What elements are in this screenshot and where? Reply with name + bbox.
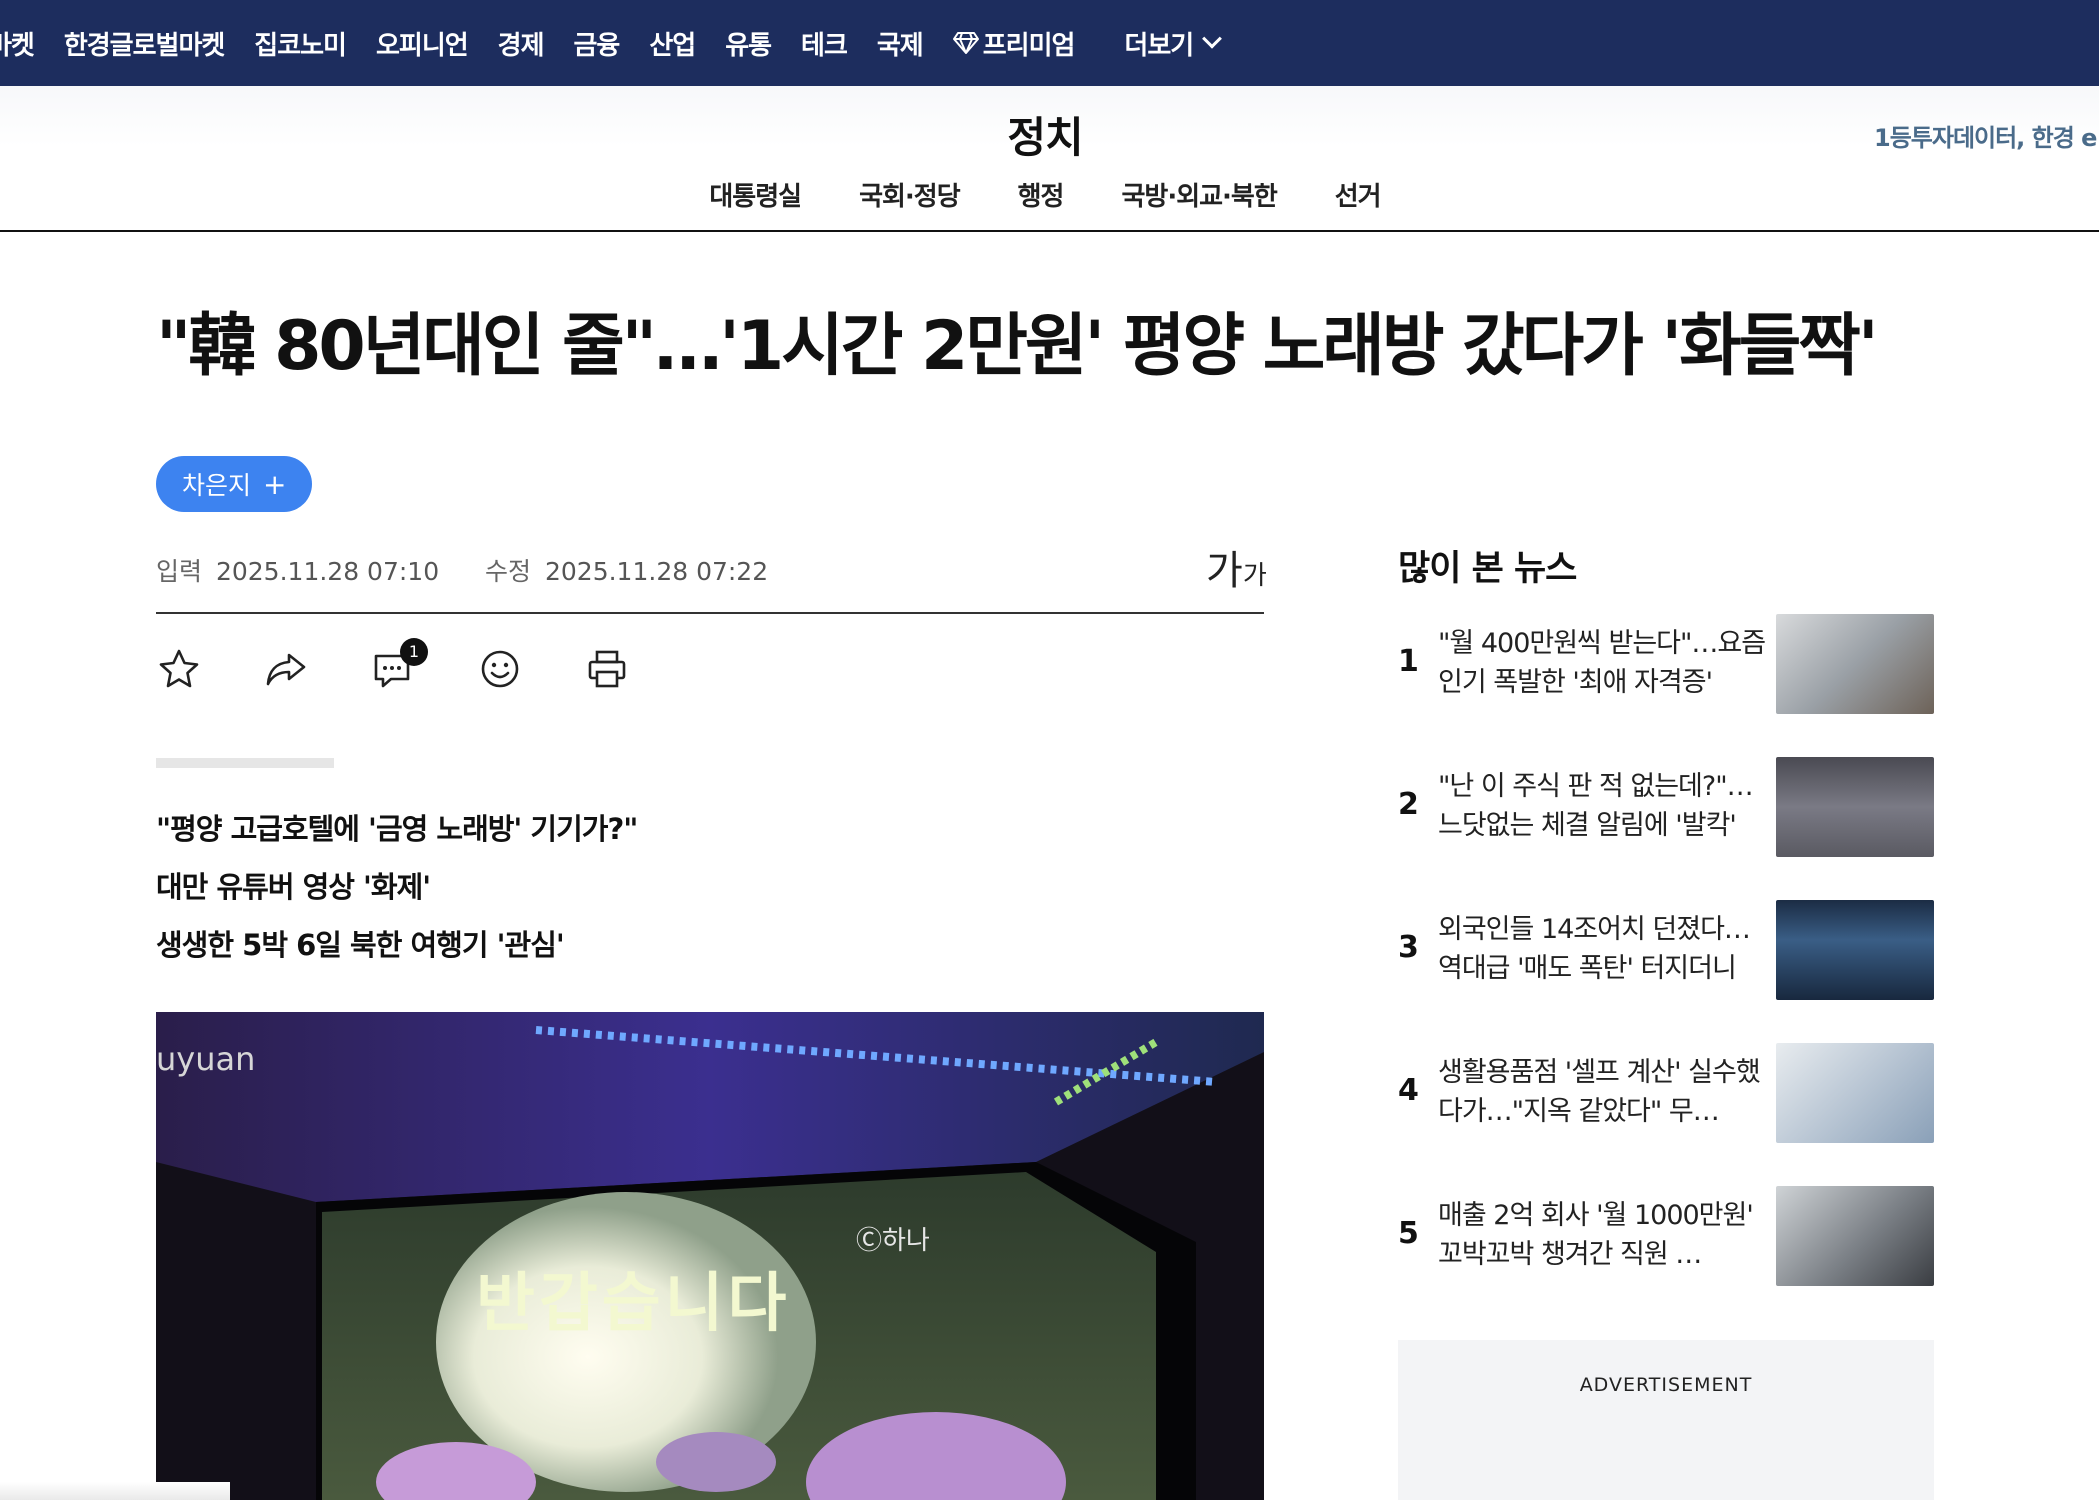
author-follow-button[interactable]: 차은지 + (156, 456, 313, 512)
page-bottom-shadow (0, 1482, 230, 1500)
nav-item-economy[interactable]: 경제 (498, 25, 545, 62)
news-title: 매출 2억 회사 '월 1000만원' 꼬박꼬박 챙겨간 직원 … (1438, 1200, 1754, 1270)
list-item[interactable]: 1 "월 400만원씩 받는다"…요즘 인기 폭발한 '최애 자격증' (1398, 614, 1934, 757)
print-button[interactable] (584, 646, 630, 692)
edit-date-label: 수정 (485, 557, 532, 586)
nav-item-industry[interactable]: 산업 (649, 25, 696, 62)
news-title: 생활용품점 '셀프 계산' 실수했다가…"지옥 같았다" 무… (1438, 1057, 1761, 1127)
comment-count-badge: 1 (400, 638, 428, 666)
image-caption-text: 반갑습니다 (476, 1267, 791, 1341)
reaction-button[interactable] (477, 646, 523, 692)
subnav-item-president-office[interactable]: 대통령실 (709, 176, 802, 213)
article-actions: 1 (156, 638, 691, 692)
summary-line: 생생한 5박 6일 북한 여행기 '관심' (156, 928, 565, 962)
promo-banner[interactable]: 1등투자데이터, 한경 e (1874, 118, 2097, 153)
article-headline: "韓 80년대인 줄"…'1시간 2만원' 평양 노래방 갔다가 '화들짝' (156, 307, 1879, 386)
input-date-label: 입력 (156, 557, 203, 586)
share-button[interactable] (263, 646, 309, 692)
section-subnav: 대통령실 국회·정당 행정 국방·외교·북한 선거 (0, 176, 2090, 213)
nav-item-international[interactable]: 국제 (877, 25, 924, 62)
news-rank: 4 (1398, 1073, 1419, 1108)
plus-icon: + (263, 467, 287, 501)
share-icon (266, 653, 306, 686)
list-item[interactable]: 2 "난 이 주식 판 적 없는데?"…느닷없는 체결 알림에 '발칵' (1398, 757, 1934, 900)
image-channel-logo: Ⓒ하나 (856, 1226, 930, 1256)
news-rank: 2 (1398, 787, 1419, 822)
news-thumbnail (1776, 614, 1934, 714)
nav-item-zipconomy[interactable]: 집코노미 (254, 25, 347, 62)
bookmark-button[interactable] (156, 646, 202, 692)
image-watermark: uyuan (156, 1040, 256, 1078)
summary-line: "평양 고급호텔에 '금영 노래방' 기기가?" (156, 812, 638, 846)
article-image[interactable]: uyuan Ⓒ하나 반갑습니다 (156, 1012, 1264, 1500)
input-date: 2025.11.28 07:10 (215, 557, 440, 586)
nav-item-premium-label: 프리미엄 (982, 30, 1076, 61)
news-thumbnail (1776, 757, 1934, 857)
article-summary: "평양 고급호텔에 '금영 노래방' 기기가?" 대만 유튜버 영상 '화제' … (156, 800, 638, 974)
edit-date: 2025.11.28 07:22 (544, 557, 769, 586)
subnav-item-national-assembly[interactable]: 국회·정당 (859, 176, 961, 213)
news-thumbnail (1776, 1043, 1934, 1143)
article-dates: 입력 2025.11.28 07:10 수정 2025.11.28 07:22 (156, 552, 768, 588)
star-icon (159, 649, 199, 688)
font-size-button[interactable]: 가가 (1206, 538, 1267, 596)
list-item[interactable]: 3 외국인들 14조어치 던졌다…역대급 '매도 폭탄' 터지더니 (1398, 900, 1934, 1043)
subnav-item-defense-diplomacy[interactable]: 국방·외교·북한 (1121, 176, 1277, 213)
print-icon (588, 650, 626, 688)
news-rank: 3 (1398, 930, 1419, 965)
top-nav: 마켓 한경글로벌마켓 집코노미 오피니언 경제 금융 산업 유통 테크 국제 프… (0, 0, 2099, 86)
nav-more-button[interactable]: 더보기 (1124, 25, 1223, 62)
news-title: "월 400만원씩 받는다"…요즘 인기 폭발한 '최애 자격증' (1438, 628, 1766, 698)
nav-item-finance[interactable]: 금융 (574, 25, 621, 62)
summary-accent-bar (156, 758, 334, 768)
nav-item-market[interactable]: 마켓 (0, 25, 35, 62)
nav-item-tech[interactable]: 테크 (801, 25, 848, 62)
news-thumbnail (1776, 1186, 1934, 1286)
list-item[interactable]: 4 생활용품점 '셀프 계산' 실수했다가…"지옥 같았다" 무… (1398, 1043, 1934, 1186)
nav-item-global-market[interactable]: 한경글로벌마켓 (64, 25, 225, 62)
list-item[interactable]: 5 매출 2억 회사 '월 1000만원' 꼬박꼬박 챙겨간 직원 … (1398, 1186, 1934, 1329)
most-viewed-title: 많이 본 뉴스 (1398, 549, 1577, 589)
smiley-icon (481, 650, 519, 688)
nav-more-label: 더보기 (1124, 30, 1194, 61)
author-name: 차은지 (182, 471, 252, 500)
section-title[interactable]: 정치 (0, 104, 2090, 165)
chevron-down-icon (1202, 28, 1223, 49)
news-thumbnail (1776, 900, 1934, 1000)
news-rank: 5 (1398, 1216, 1419, 1251)
comment-button[interactable]: 1 (370, 638, 428, 692)
news-rank: 1 (1398, 644, 1419, 679)
news-title: "난 이 주식 판 적 없는데?"…느닷없는 체결 알림에 '발칵' (1438, 771, 1754, 841)
nav-item-premium[interactable]: 프리미엄 (952, 25, 1076, 62)
header-divider (156, 612, 1264, 614)
summary-line: 대만 유튜버 영상 '화제' (156, 870, 431, 904)
subnav-item-administration[interactable]: 행정 (1018, 176, 1065, 213)
diamond-icon (952, 32, 979, 54)
news-title: 외국인들 14조어치 던졌다…역대급 '매도 폭탄' 터지더니 (1438, 914, 1751, 984)
nav-item-opinion[interactable]: 오피니언 (376, 25, 469, 62)
nav-item-distribution[interactable]: 유통 (725, 25, 772, 62)
advertisement-box[interactable]: ADVERTISEMENT (1398, 1340, 1934, 1500)
font-size-small: 가 (1242, 561, 1267, 591)
advertisement-label: ADVERTISEMENT (1579, 1374, 1753, 1396)
subnav-item-election[interactable]: 선거 (1335, 176, 1382, 213)
font-size-big: 가 (1206, 548, 1243, 594)
section-header: 정치 1등투자데이터, 한경 e 대통령실 국회·정당 행정 국방·외교·북한 … (0, 86, 2099, 232)
most-viewed-list: 1 "월 400만원씩 받는다"…요즘 인기 폭발한 '최애 자격증' 2 "난… (1398, 614, 1934, 1329)
